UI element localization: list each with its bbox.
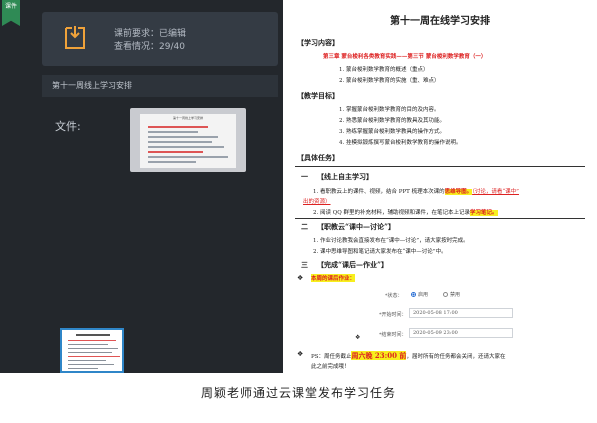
status-label: *状态： (385, 293, 403, 299)
task1-title: 【线上自主学习】 (317, 172, 373, 181)
task3-title: 【完成“课后—作业”】 (317, 260, 389, 269)
section-title[interactable]: 第十一周线上学习安排 (42, 75, 278, 97)
task3-number: 三 (301, 260, 308, 269)
enabled-label: 启用 (418, 292, 429, 298)
thumbnail-line (148, 161, 196, 163)
task1-item1-text: 1. 看职教云上的课件、视频，结合 PPT 梳理本次课的 (313, 189, 445, 195)
content-item: 2. 蒙台梭利数学教育的实施（重、难点） (339, 78, 440, 84)
requirement-card[interactable]: 课前要求：已编辑 查看情况：29/40 (42, 12, 278, 66)
resource-link[interactable]: 出的资源） (303, 197, 331, 205)
document-viewer[interactable]: 第十一周在线学习安排 【学习内容】 第三章 蒙台梭利各类教育实践——第三节 蒙台… (283, 0, 597, 373)
goal-item: 2. 熟悉蒙台梭利数学教育的教具及其功能。 (339, 118, 445, 124)
thumbnail-line (148, 141, 212, 143)
notes-highlight: 学习笔记。 (470, 210, 498, 216)
end-time-label: *结束时间： (379, 332, 407, 338)
content-heading: 【学习内容】 (297, 38, 339, 47)
divider (295, 166, 585, 167)
content-chapter: 第三章 蒙台梭利各类教育实践——第三节 蒙台梭利数学教育（一） (323, 54, 487, 60)
task1-item1: 1. 看职教云上的课件、视频，结合 PPT 梳理本次课的思维导图。（讨论，请看“… (313, 187, 519, 195)
file-label: 文件: (55, 120, 81, 133)
divider (295, 218, 585, 219)
preview-line (68, 364, 114, 365)
thumbnail-page: 第十一周线上学习安排 (140, 114, 236, 168)
task2-item: 2. 课中思维导图和笔记请大家发布在“课中—讨论”中。 (313, 249, 447, 255)
enabled-radio[interactable]: 启用 (411, 291, 428, 298)
view-count: 查看情况：29/40 (114, 42, 185, 52)
goal-item: 1. 掌握蒙台梭利数学教育的目的及内容。 (339, 107, 440, 113)
start-time-label: *开始时间： (379, 312, 407, 318)
figure-caption: 周颖老师通过云课堂发布学习任务 (200, 386, 396, 400)
start-time-input[interactable]: 2020-05-08 17:00 (409, 308, 513, 318)
goals-heading: 【教学目标】 (297, 91, 339, 100)
task2-number: 二 (301, 222, 308, 231)
radio-icon (443, 292, 448, 297)
bullet-icon: ❖ (297, 274, 304, 282)
ps-note-end: 此之前完成哦！ (311, 364, 350, 370)
homework-label: 本周的课后作业： (311, 274, 356, 282)
tasks-heading: 【具体任务】 (297, 153, 339, 162)
courseware-badge: 课件 (2, 0, 20, 26)
preview-line (76, 334, 110, 336)
thumbnail-title: 第十一周线上学习安排 (172, 116, 203, 120)
preview-line (68, 356, 120, 357)
end-time-input[interactable]: 2020-05-09 23:00 (409, 328, 513, 338)
ps-text: ，届时所有的任务都会关闭，还请大家在 (406, 354, 506, 360)
ps-note: PS：周任务截止周六晚 23:00 前，届时所有的任务都会关闭，还请大家在 (311, 351, 505, 361)
preview-line (68, 352, 112, 353)
document-icon (65, 26, 85, 49)
content-item: 1. 蒙台梭利数学教育的概述（重点） (339, 67, 429, 73)
disabled-label: 禁用 (450, 292, 461, 298)
homework-settings-form: *状态： 启用 禁用 *开始时间： 2020-05-08 17:00 *结束时间… (363, 276, 563, 346)
goal-item: 4. 挂模拟锻炼撰写蒙台梭利数学教育的操作说明。 (339, 140, 462, 146)
bullet-icon: ❖ (355, 334, 361, 341)
document-title: 第十一周在线学习安排 (390, 16, 490, 27)
preview-line (68, 344, 108, 345)
deadline-highlight: 周六晚 23:00 前 (351, 351, 407, 360)
thumbnail-line (148, 126, 208, 128)
page-preview-thumbnail[interactable] (60, 328, 124, 373)
thumbnail-line (148, 136, 218, 138)
thumbnail-line (148, 151, 203, 153)
file-thumbnail[interactable]: 第十一周线上学习安排 (130, 108, 246, 172)
disabled-radio[interactable]: 禁用 (443, 291, 460, 298)
preview-line (68, 348, 118, 349)
thumbnail-line (148, 146, 224, 148)
preview-line (68, 360, 106, 361)
preview-line (68, 340, 116, 341)
task2-item: 1. 作业讨论教我会直接发布在“课中—讨论”，请大家按时完成。 (313, 238, 469, 244)
bullet-icon: ❖ (297, 350, 304, 358)
courseware-panel: 课件 课前要求：已编辑 查看情况：29/40 第十一周线上学习安排 文件: 第十… (0, 0, 597, 373)
task2-title: 【职教云“课中—讨论”】 (317, 222, 396, 231)
thumbnail-line (148, 156, 228, 158)
mind-map-highlight: 思维导图。 (444, 189, 473, 195)
radio-selected-icon (411, 292, 416, 297)
ps-text: PS：周任务截止 (311, 354, 352, 360)
requirement-info: 课前要求：已编辑 查看情况：29/40 (114, 28, 186, 54)
requirement-status: 课前要求：已编辑 (114, 29, 187, 39)
discussion-link[interactable]: （讨论，请看“课中” (472, 189, 519, 195)
goal-item: 3. 熟练掌握蒙台梭利数学教具的操作方式。 (339, 129, 445, 135)
task1-number: 一 (301, 172, 308, 181)
preview-line (68, 368, 98, 369)
task1-item2-text: 2. 阅读 QQ 群里的补充材料，辅助视频和课件，在笔记本上记录 (313, 210, 471, 216)
thumbnail-line (148, 131, 198, 133)
task1-item2: 2. 阅读 QQ 群里的补充材料，辅助视频和课件，在笔记本上记录学习笔记。 (313, 208, 498, 216)
